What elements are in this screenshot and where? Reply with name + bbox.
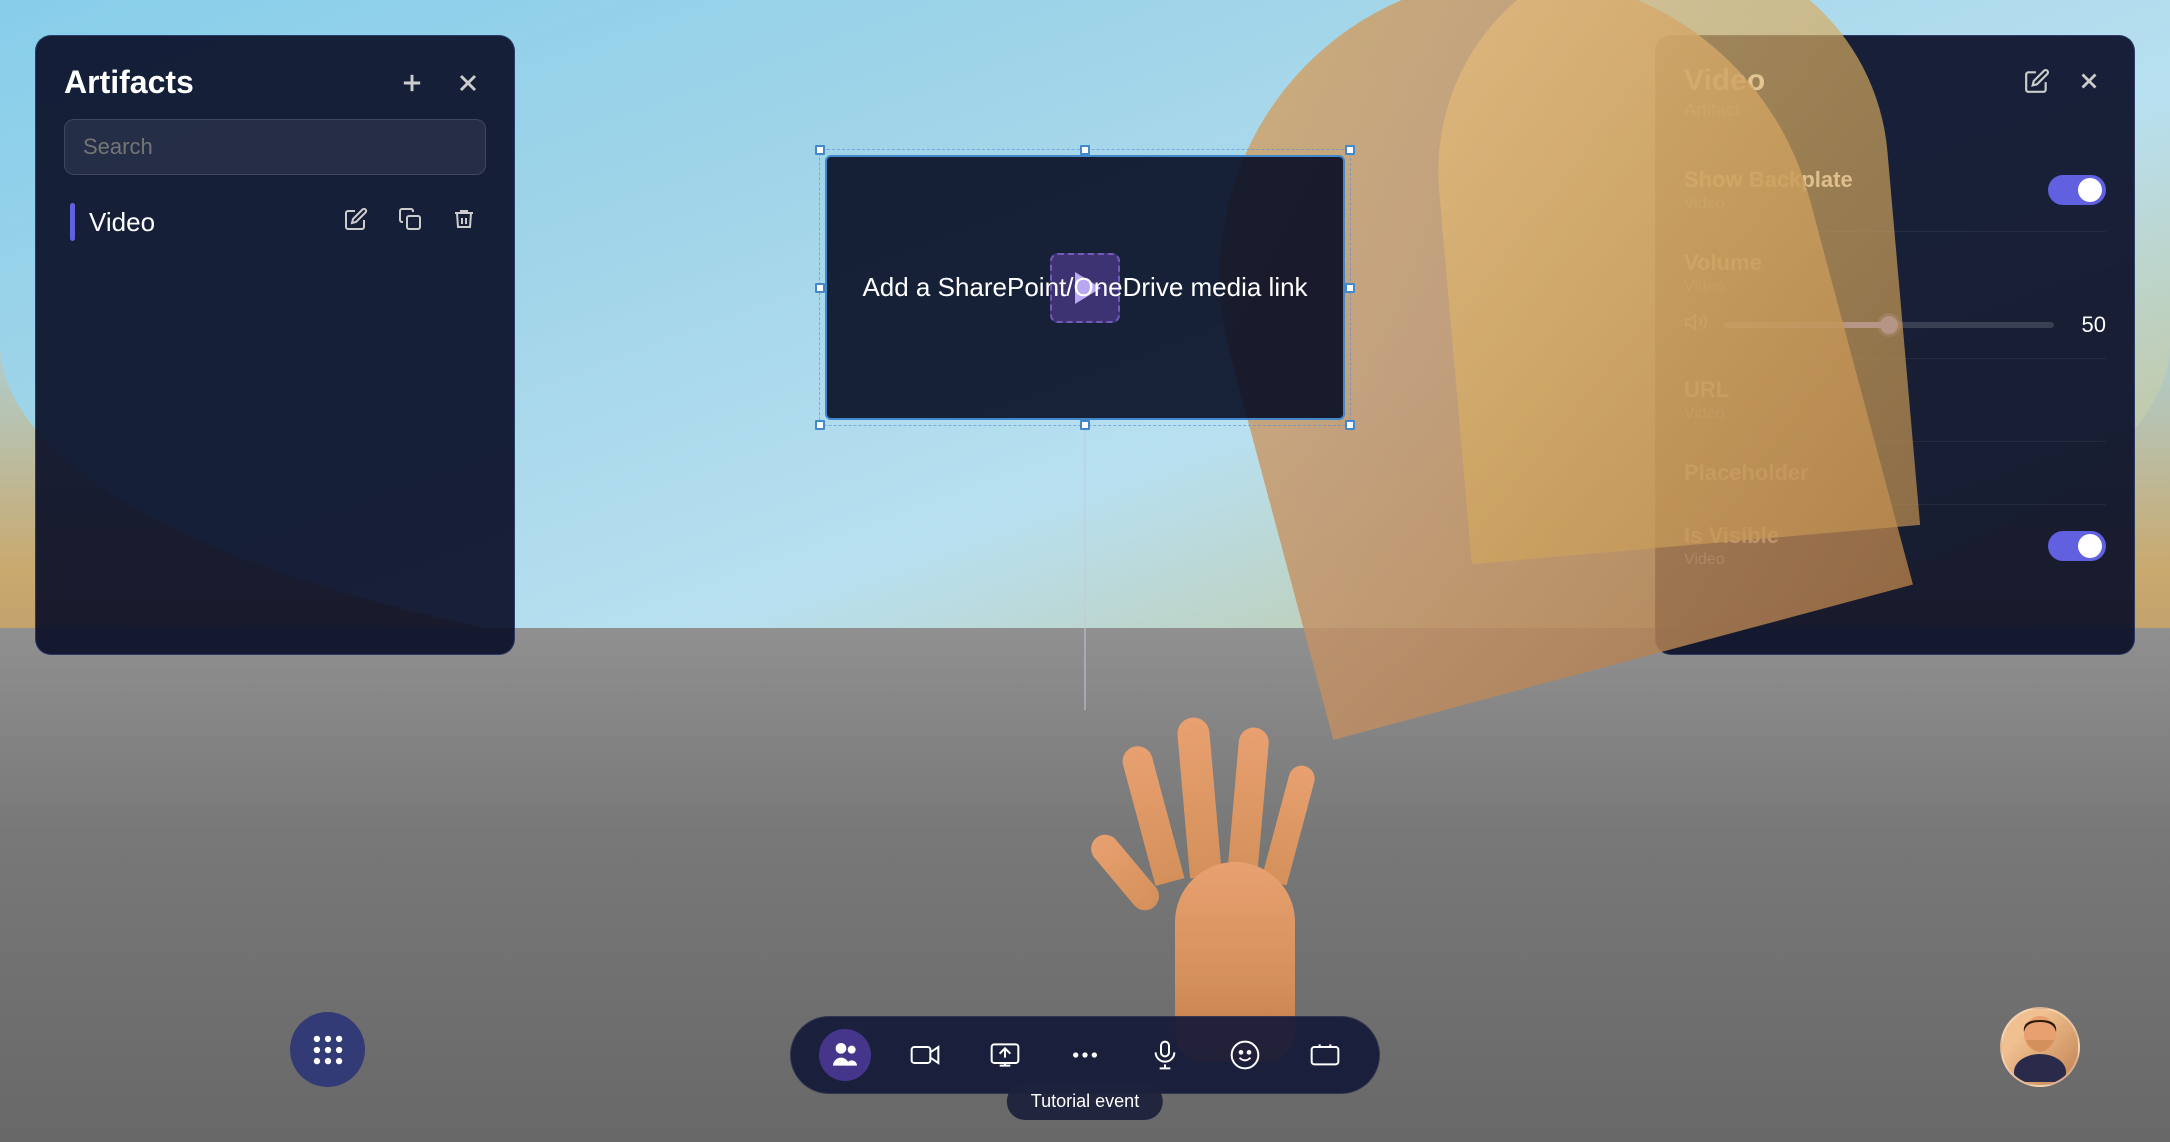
close-properties-panel-button[interactable]: [2072, 64, 2106, 98]
toolbar-video-button[interactable]: [899, 1029, 951, 1081]
bottom-toolbar: [790, 1016, 1380, 1094]
edit-artifact-button[interactable]: [340, 203, 372, 241]
artifact-item-name: Video: [89, 207, 326, 238]
video-placeholder-text: Add a SharePoint/OneDrive media link: [862, 272, 1307, 303]
toolbar-phone-button[interactable]: [1299, 1029, 1351, 1081]
decorative-arch-2: [1419, 0, 1920, 564]
resize-handle-middle-left[interactable]: [815, 283, 825, 293]
delete-artifact-button[interactable]: [448, 203, 480, 241]
toolbar-pill: [790, 1016, 1380, 1094]
video-artifact-container[interactable]: Add a SharePoint/OneDrive media link: [825, 155, 1345, 420]
artifact-item-video: Video: [64, 193, 486, 251]
artifact-item-actions: [340, 203, 480, 241]
edit-properties-button[interactable]: [2020, 64, 2054, 98]
toolbar-mic-button[interactable]: [1139, 1029, 1191, 1081]
is-visible-toggle[interactable]: [2048, 531, 2106, 561]
properties-header-actions: [2020, 64, 2106, 98]
volume-value-display: 50: [2070, 312, 2106, 338]
add-artifact-button[interactable]: [394, 65, 430, 101]
artifact-connector-line: [1084, 420, 1086, 710]
resize-handle-bottom-right[interactable]: [1345, 420, 1355, 430]
duplicate-artifact-button[interactable]: [394, 203, 426, 241]
resize-handle-top-left[interactable]: [815, 145, 825, 155]
toolbar-screenshare-button[interactable]: [979, 1029, 1031, 1081]
close-artifacts-panel-button[interactable]: [450, 65, 486, 101]
resize-handle-bottom-middle[interactable]: [1080, 420, 1090, 430]
artifact-active-indicator: [70, 203, 75, 241]
resize-handle-top-right[interactable]: [1345, 145, 1355, 155]
resize-handle-bottom-left[interactable]: [815, 420, 825, 430]
grid-menu-button[interactable]: [290, 1012, 365, 1087]
user-avatar-button[interactable]: [2000, 1007, 2080, 1087]
toolbar-people-button[interactable]: [819, 1029, 871, 1081]
artifacts-panel-actions: [394, 65, 486, 101]
search-input[interactable]: [64, 119, 486, 175]
artifacts-panel-title: Artifacts: [64, 64, 194, 101]
resize-handle-middle-right[interactable]: [1345, 283, 1355, 293]
toolbar-more-button[interactable]: [1059, 1029, 1111, 1081]
toolbar-reaction-button[interactable]: [1219, 1029, 1271, 1081]
artifacts-panel-header: Artifacts: [64, 64, 486, 101]
show-backplate-toggle[interactable]: [2048, 175, 2106, 205]
resize-handle-top-middle[interactable]: [1080, 145, 1090, 155]
artifacts-panel: Artifacts Video: [35, 35, 515, 655]
